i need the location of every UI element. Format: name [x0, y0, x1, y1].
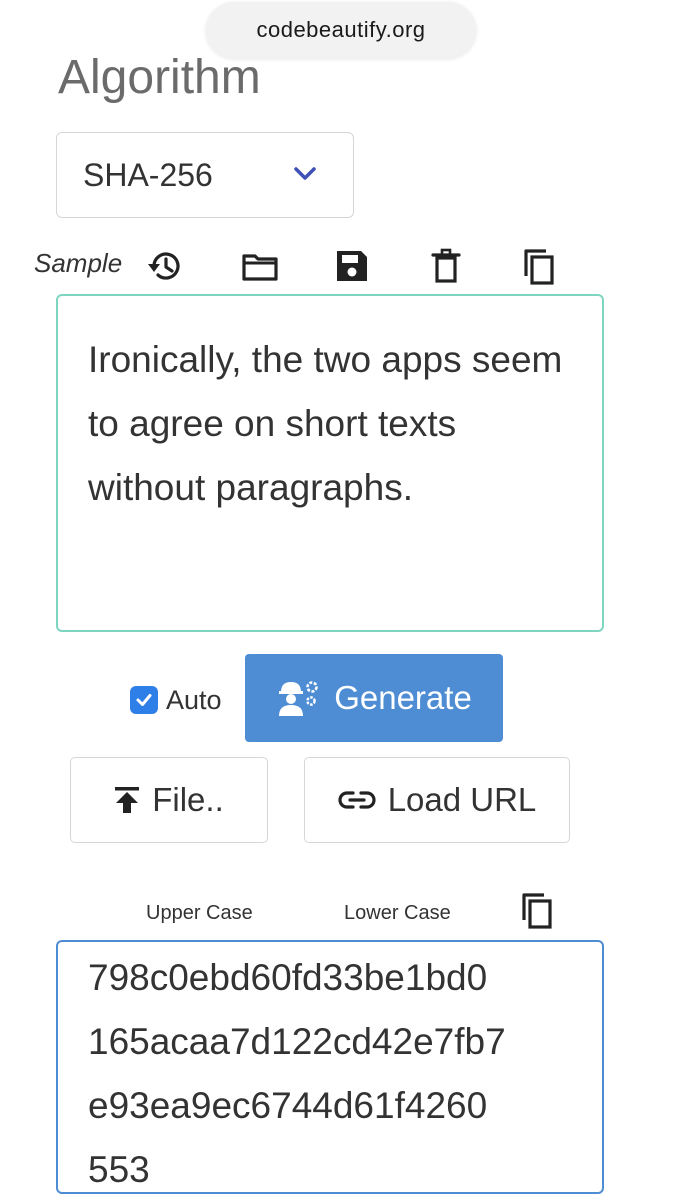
upper-case-toggle[interactable]: Upper Case [146, 902, 253, 925]
hash-line: 165acaa7d122cd42e7fb7 [88, 1021, 506, 1062]
chevron-down-icon [294, 167, 316, 180]
load-url-label: Load URL [387, 781, 537, 818]
url-text: codebeautify.org [256, 17, 426, 42]
link-icon [338, 791, 376, 809]
user-gears-icon [279, 681, 319, 716]
algorithm-selected-value: SHA-256 [83, 156, 213, 193]
upload-icon [115, 787, 140, 813]
load-url-button[interactable]: Load URL [304, 757, 570, 843]
generate-label: Generate [334, 679, 472, 716]
save-icon[interactable] [332, 246, 372, 286]
lower-case-toggle[interactable]: Lower Case [344, 902, 451, 925]
input-toolbar: Sample [0, 240, 682, 292]
algorithm-select[interactable]: SHA-256 [56, 132, 354, 218]
auto-toggle[interactable]: Auto [130, 680, 222, 720]
delete-icon[interactable] [426, 246, 466, 286]
hash-line: 798c0ebd60fd33be1bd0 [88, 957, 488, 998]
algorithm-heading: Algorithm [58, 51, 261, 104]
file-upload-button[interactable]: File.. [70, 757, 268, 843]
output-textarea[interactable]: 798c0ebd60fd33be1bd0 165acaa7d122cd42e7f… [56, 940, 604, 1194]
copy-icon[interactable] [518, 246, 558, 286]
hash-line: 553 [88, 1149, 150, 1190]
sample-link[interactable]: Sample [34, 248, 122, 279]
page: codebeautify.org Algorithm SHA-256 Sampl… [0, 0, 682, 1200]
copy-output-icon[interactable] [516, 890, 556, 930]
output-toolbar: Upper Case Lower Case [0, 890, 682, 940]
folder-icon[interactable] [240, 246, 280, 286]
hash-line: e93ea9ec6744d61f4260 [88, 1085, 488, 1126]
file-button-label: File.. [152, 781, 224, 818]
auto-checkbox[interactable] [130, 686, 158, 714]
history-icon[interactable] [146, 246, 186, 286]
checkmark-icon [136, 694, 152, 706]
generate-button[interactable]: Generate [245, 654, 503, 742]
input-textarea[interactable]: Ironically, the two apps seem to agree o… [56, 294, 604, 632]
auto-label: Auto [166, 684, 222, 715]
